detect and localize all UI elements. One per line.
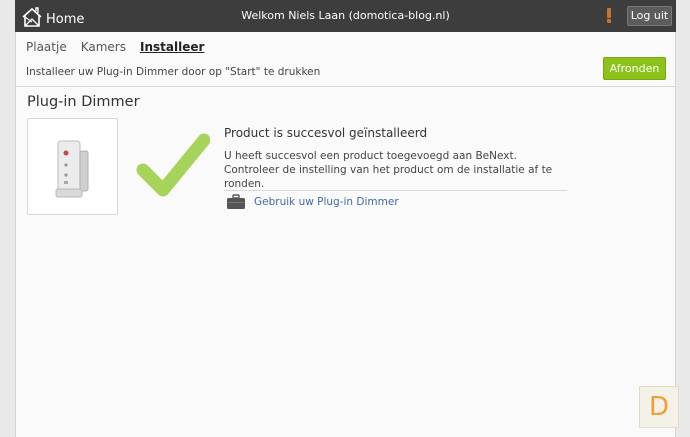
use-product-link[interactable]: Gebruik uw Plug-in Dimmer	[226, 194, 399, 210]
tab-installeer[interactable]: Installeer	[140, 40, 204, 54]
product-image	[27, 118, 118, 215]
corner-logo: D	[639, 386, 679, 428]
tab-kamers[interactable]: Kamers	[81, 40, 126, 54]
top-bar: Home Welkom Niels Laan (domotica-blog.nl…	[15, 0, 676, 32]
briefcase-icon	[227, 194, 245, 209]
success-text: U heeft succesvol een product toegevoegd…	[224, 150, 553, 190]
exclamation-icon[interactable]	[606, 8, 612, 23]
main-panel: Plaatje Kamers Installeer Installeer uw …	[15, 32, 676, 437]
tab-plaatje[interactable]: Plaatje	[26, 40, 67, 54]
success-title: Product is succesvol geïnstalleerd	[224, 126, 428, 140]
logout-button[interactable]: Log uit	[627, 6, 672, 26]
divider	[16, 86, 675, 87]
welcome-text: Welkom Niels Laan (domotica-blog.nl)	[241, 9, 450, 22]
tab-bar: Plaatje Kamers Installeer	[26, 40, 218, 54]
checkmark-icon	[136, 133, 210, 197]
instruction-text: Installeer uw Plug-in Dimmer door op "St…	[26, 66, 321, 78]
page-title: Plug-in Dimmer	[27, 94, 140, 110]
finish-button[interactable]: Afronden	[603, 57, 666, 80]
plug-in-dimmer-image	[55, 140, 89, 198]
use-product-link-label: Gebruik uw Plug-in Dimmer	[254, 196, 399, 208]
link-divider	[224, 190, 567, 191]
